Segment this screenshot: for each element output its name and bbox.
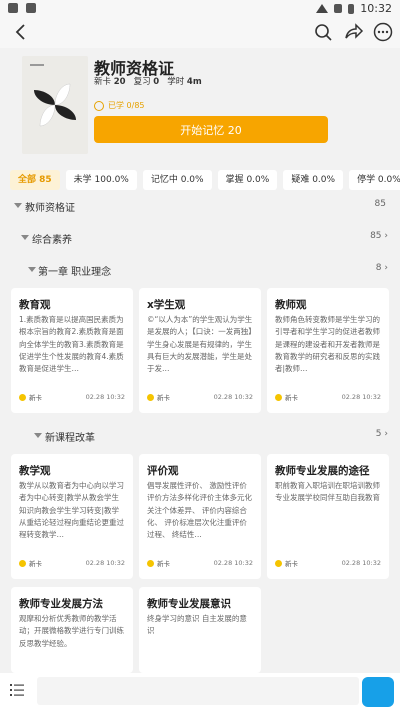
caret-down-icon <box>14 203 22 208</box>
new-card-label: 新卡 <box>94 77 112 87</box>
status-time: 10:32 <box>360 2 392 15</box>
status-bar: 10:32 <box>0 0 400 18</box>
card-item[interactable]: 教育观 1.素质教育是以提高国民素质为根本宗旨的教育2.素质教育是面向全体学生的… <box>11 288 133 413</box>
card-title: 教师专业发展的途径 <box>275 465 370 477</box>
tree-root-label: 教师资格证 <box>25 203 75 214</box>
card-body: 职前教育入职培训在职培训教师专业发展学校同伴互助自我教育 <box>275 481 380 503</box>
progress-ring-icon <box>94 100 104 111</box>
new-card-dot-icon <box>147 559 154 567</box>
new-card-dot-icon <box>147 393 154 401</box>
caret-down-icon <box>28 267 36 272</box>
tree-section[interactable]: 综合素养 85 › <box>0 228 400 248</box>
caret-down-icon <box>34 433 42 438</box>
new-card-dot-icon <box>19 393 26 401</box>
card-title: 教师观 <box>275 299 307 311</box>
book-cover-image <box>22 56 88 154</box>
bottom-bar <box>0 673 400 711</box>
caret-down-icon <box>21 235 29 240</box>
new-card-dot-icon <box>275 393 282 401</box>
filter-difficult[interactable]: 疑难 0.0% <box>283 170 344 190</box>
card-title: x学生观 <box>147 299 186 311</box>
card-item[interactable]: x学生观 ©“以人为本”的学生观认为学生是发展的人；【口诀：一发两独】学生身心发… <box>139 288 261 413</box>
tree-chapter2[interactable]: 新课程改革 5 › <box>0 426 400 446</box>
tree-root-count: 85 <box>374 199 386 209</box>
tree-chapter2-label: 新课程改革 <box>45 433 95 444</box>
card-item[interactable]: 教师专业发展的途径 职前教育入职培训在职培训教师专业发展学校同伴互助自我教育 新… <box>267 454 389 579</box>
new-card-count: 20 <box>113 77 126 87</box>
signal-icon <box>334 4 343 13</box>
card-footer: 新卡 02.28 10:32 <box>19 392 125 402</box>
card-title: 教育观 <box>19 299 51 311</box>
tree-section-count: 85 › <box>370 231 388 241</box>
deck-header: 教师资格证 新卡 20 复习 0 学时 4m 已学 0/85 开始记忆 20 <box>10 48 390 158</box>
gallery-icon <box>8 3 18 13</box>
tree-chapter1[interactable]: 第一章 职业理念 8 › <box>0 260 400 280</box>
share-icon[interactable] <box>342 21 364 43</box>
card-body: 教学从以教育者为中心向以学习者为中心转变|教学从教会学生知识向教会学生学习转变|… <box>19 481 124 540</box>
review-count: 0 <box>153 77 160 87</box>
card-footer: 新卡 02.28 10:32 <box>19 558 125 568</box>
tree-chapter1-label: 第一章 职业理念 <box>38 267 112 278</box>
card-item[interactable]: 教师专业发展方法 观摩和分析优秀教师的教学活动；开展微格教学进行专门训练反思教学… <box>11 587 133 673</box>
progress-row: 已学 0/85 <box>94 100 145 111</box>
filter-mastered[interactable]: 掌握 0.0% <box>217 170 278 190</box>
study-time-label: 学时 <box>167 77 185 87</box>
card-body: 教师角色转变教师是学生学习的引导者和学生学习的促进者教师是课程的建设者和开发者教… <box>275 315 380 374</box>
filter-memorizing[interactable]: 记忆中 0.0% <box>142 170 212 190</box>
new-card-dot-icon <box>19 559 26 567</box>
search-icon[interactable] <box>312 21 334 43</box>
start-memory-button[interactable]: 开始记忆 20 <box>94 116 328 143</box>
site-logo-icon <box>362 677 394 707</box>
study-time-value: 4m <box>186 77 202 87</box>
tree-section-label: 综合素养 <box>32 235 72 246</box>
card-item[interactable]: 评价观 倡导发展性评价、 激励性评价评价方法多样化评价主体多元化关注个体差异、 … <box>139 454 261 579</box>
card-title: 教师专业发展意识 <box>147 598 231 610</box>
card-title: 教师专业发展方法 <box>19 598 103 610</box>
card-footer: 新卡 02.28 10:32 <box>275 392 381 402</box>
tree-root[interactable]: 教师资格证 85 <box>0 196 400 216</box>
card-footer: 新卡 02.28 10:32 <box>147 558 253 568</box>
filter-unlearned[interactable]: 未学 100.0% <box>65 170 137 190</box>
new-card-dot-icon <box>275 559 282 567</box>
tree-chapter1-count: 8 › <box>375 263 388 273</box>
top-bar <box>0 18 400 48</box>
card-item[interactable]: 教师专业发展意识 终身学习的意识 自主发展的意识 <box>139 587 261 673</box>
deck-stats: 新卡 20 复习 0 学时 4m <box>94 75 202 87</box>
filter-paused[interactable]: 停学 0.0% <box>349 170 400 190</box>
tree-chapter2-count: 5 › <box>375 429 388 439</box>
card-body: 1.素质教育是以提高国民素质为根本宗旨的教育2.素质教育是面向全体学生的教育3.… <box>19 315 124 374</box>
card-body: 终身学习的意识 自主发展的意识 <box>147 614 247 636</box>
card-body: ©“以人为本”的学生观认为学生是发展的人；【口诀：一发两独】学生身心发展是有规律… <box>147 315 253 374</box>
card-body: 倡导发展性评价、 激励性评价评价方法多样化评价主体多元化关注个体差异、 评价内容… <box>147 481 252 540</box>
notification-icon <box>26 3 36 13</box>
card-item[interactable]: 教学观 教学从以教育者为中心向以学习者为中心转变|教学从教会学生知识向教会学生学… <box>11 454 133 579</box>
review-label: 复习 <box>133 77 151 87</box>
back-arrow-icon[interactable] <box>10 21 32 43</box>
card-title: 教学观 <box>19 465 51 477</box>
filter-all[interactable]: 全部 85 <box>10 170 60 190</box>
filter-chips: 全部 85 未学 100.0% 记忆中 0.0% 掌握 0.0% 疑难 0.0%… <box>0 170 400 190</box>
card-title: 评价观 <box>147 465 179 477</box>
battery-icon <box>348 3 355 14</box>
card-body: 观摩和分析优秀教师的教学活动；开展微格教学进行专门训练反思教学经验。 <box>19 614 124 648</box>
wifi-icon <box>316 4 329 13</box>
card-footer: 新卡 02.28 10:32 <box>147 392 253 402</box>
card-item[interactable]: 教师观 教师角色转变教师是学生学习的引导者和学生学习的促进者教师是课程的建设者和… <box>267 288 389 413</box>
more-icon[interactable] <box>372 21 394 43</box>
bottom-input[interactable] <box>37 677 359 705</box>
progress-text: 已学 0/85 <box>108 101 145 110</box>
card-footer: 新卡 02.28 10:32 <box>275 558 381 568</box>
list-menu-icon[interactable] <box>10 683 24 697</box>
